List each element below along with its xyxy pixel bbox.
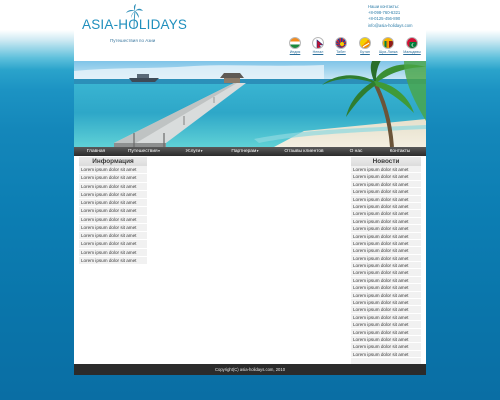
list-item[interactable]: Lorem ipsum dolor sit amet <box>351 188 421 196</box>
contact-block: Наши контакты: +8-098-760-6321 +8-0125-4… <box>368 4 413 29</box>
nav-item-label: Отзывы клиентов <box>284 149 324 154</box>
list-item[interactable]: Lorem ipsum dolor sit amet <box>351 306 421 314</box>
flag-label: Мальдивы <box>403 50 421 54</box>
list-item[interactable]: Lorem ipsum dolor sit amet <box>351 173 421 181</box>
list-item[interactable]: Lorem ipsum dolor sit amet <box>79 183 147 191</box>
list-item[interactable]: Lorem ipsum dolor sit amet <box>351 210 421 218</box>
list-item[interactable]: Lorem ipsum dolor sit amet <box>351 255 421 263</box>
flag-link-maldives[interactable]: Мальдивы <box>403 37 421 54</box>
nav-item-label: Партнерам <box>231 149 257 154</box>
list-item[interactable]: Lorem ipsum dolor sit amet <box>351 277 421 285</box>
palm-logo-icon <box>126 4 143 30</box>
list-item[interactable]: Lorem ipsum dolor sit amet <box>79 224 147 232</box>
footer: Copyright(C) asia-holidays.com, 2010 <box>74 364 426 375</box>
info-list: Lorem ipsum dolor sit amet Lorem ipsum do… <box>79 166 147 265</box>
news-sidebar: Новости Lorem ipsum dolor sit amet Lorem … <box>351 157 421 364</box>
main-nav: Главная Путешествия▾ Услуги▾ Партнерам▾ … <box>74 147 426 156</box>
list-item[interactable]: Lorem ipsum dolor sit amet <box>79 199 147 208</box>
list-item[interactable]: Lorem ipsum dolor sit amet <box>79 249 147 257</box>
flag-label: Индия <box>289 50 301 54</box>
list-item[interactable]: Lorem ipsum dolor sit amet <box>351 269 421 277</box>
flag-label: Непал <box>312 50 324 54</box>
list-item[interactable]: Lorem ipsum dolor sit amet <box>351 218 421 226</box>
list-item[interactable]: Lorem ipsum dolor sit amet <box>351 292 421 300</box>
info-sidebar: Информация Lorem ipsum dolor sit amet Lor… <box>79 157 147 265</box>
page-container: ASIA-HOLIDAYS Путешествия по Азии Наши к… <box>74 0 426 375</box>
list-item[interactable]: Lorem ipsum dolor sit amet <box>351 225 421 233</box>
list-item[interactable]: Lorem ipsum dolor sit amet <box>79 207 147 216</box>
list-item[interactable]: Lorem ipsum dolor sit amet <box>79 174 147 183</box>
destination-flags: Индия Непал Тибет Бутан Шри-Ланка Мальди… <box>286 37 424 59</box>
nav-item-label: Контакты <box>389 149 411 154</box>
list-item[interactable]: Lorem ipsum dolor sit amet <box>351 284 421 292</box>
sri-lanka-flag-icon <box>382 37 394 49</box>
news-sidebar-title: Новости <box>351 157 421 166</box>
maldives-flag-icon <box>406 37 418 49</box>
site-tagline: Путешествия по Азии <box>110 38 156 43</box>
hero-banner-image <box>74 61 426 147</box>
tibet-flag-icon <box>335 37 347 49</box>
contact-email[interactable]: info@asia-holidays.com <box>368 23 413 29</box>
nav-item-partners[interactable]: Партнерам▾ <box>224 147 266 156</box>
list-item[interactable]: Lorem ipsum dolor sit amet <box>351 203 421 211</box>
flag-link-bhutan[interactable]: Бутан <box>356 37 374 54</box>
list-item[interactable]: Lorem ipsum dolor sit amet <box>351 329 421 336</box>
list-item[interactable]: Lorem ipsum dolor sit amet <box>351 321 421 329</box>
list-item[interactable]: Lorem ipsum dolor sit amet <box>351 196 421 203</box>
list-item[interactable]: Lorem ipsum dolor sit amet <box>351 299 421 307</box>
chevron-down-icon: ▾ <box>200 149 203 153</box>
list-item[interactable]: Lorem ipsum dolor sit amet <box>79 191 147 199</box>
list-item[interactable]: Lorem ipsum dolor sit amet <box>79 240 147 249</box>
chevron-down-icon: ▾ <box>256 149 259 153</box>
nav-item-home[interactable]: Главная <box>80 147 112 156</box>
copyright-text: Copyright(C) asia-holidays.com, 2010 <box>214 367 286 372</box>
news-list: Lorem ipsum dolor sit amet Lorem ipsum do… <box>351 166 421 359</box>
list-item[interactable]: Lorem ipsum dolor sit amet <box>79 216 147 224</box>
list-item[interactable]: Lorem ipsum dolor sit amet <box>351 233 421 240</box>
list-item[interactable]: Lorem ipsum dolor sit amet <box>351 262 421 270</box>
nav-item-about[interactable]: О нас <box>344 147 368 156</box>
nav-item-services[interactable]: Услуги▾ <box>178 147 210 156</box>
chevron-down-icon: ▾ <box>158 149 160 153</box>
nav-item-label: О нас <box>349 149 363 154</box>
list-item[interactable]: Lorem ipsum dolor sit amet <box>79 257 147 265</box>
nav-item-label: Главная <box>86 149 106 154</box>
nav-item-label: Услуги <box>185 149 201 154</box>
bhutan-flag-icon <box>359 37 371 49</box>
flag-label: Тибет <box>336 50 346 54</box>
nepal-flag-icon <box>312 37 324 49</box>
list-item[interactable]: Lorem ipsum dolor sit amet <box>79 232 147 241</box>
flag-link-sri-lanka[interactable]: Шри-Ланка <box>379 37 398 54</box>
list-item[interactable]: Lorem ipsum dolor sit amet <box>351 314 421 322</box>
list-item[interactable]: Lorem ipsum dolor sit amet <box>351 247 421 255</box>
list-item[interactable]: Lorem ipsum dolor sit amet <box>351 240 421 248</box>
nav-item-reviews[interactable]: Отзывы клиентов <box>280 147 328 156</box>
nav-item-contacts[interactable]: Контакты <box>382 147 418 156</box>
list-item[interactable]: Lorem ipsum dolor sit amet <box>351 343 421 351</box>
flag-label: Бутан <box>360 50 370 54</box>
info-sidebar-title: Информация <box>79 157 147 166</box>
list-item[interactable]: Lorem ipsum dolor sit amet <box>351 351 421 359</box>
flag-label: Шри-Ланка <box>379 50 398 54</box>
list-item[interactable]: Lorem ipsum dolor sit amet <box>351 181 421 189</box>
flag-link-tibet[interactable]: Тибет <box>332 37 350 54</box>
list-item[interactable]: Lorem ipsum dolor sit amet <box>351 166 421 174</box>
flag-link-nepal[interactable]: Непал <box>309 37 327 54</box>
nav-item-travel[interactable]: Путешествия▾ <box>122 147 166 156</box>
india-flag-icon <box>289 37 301 49</box>
flag-link-india[interactable]: Индия <box>286 37 304 54</box>
list-item[interactable]: Lorem ipsum dolor sit amet <box>79 166 147 175</box>
nav-item-label: Путешествия <box>128 149 158 154</box>
list-item[interactable]: Lorem ipsum dolor sit amet <box>351 336 421 344</box>
